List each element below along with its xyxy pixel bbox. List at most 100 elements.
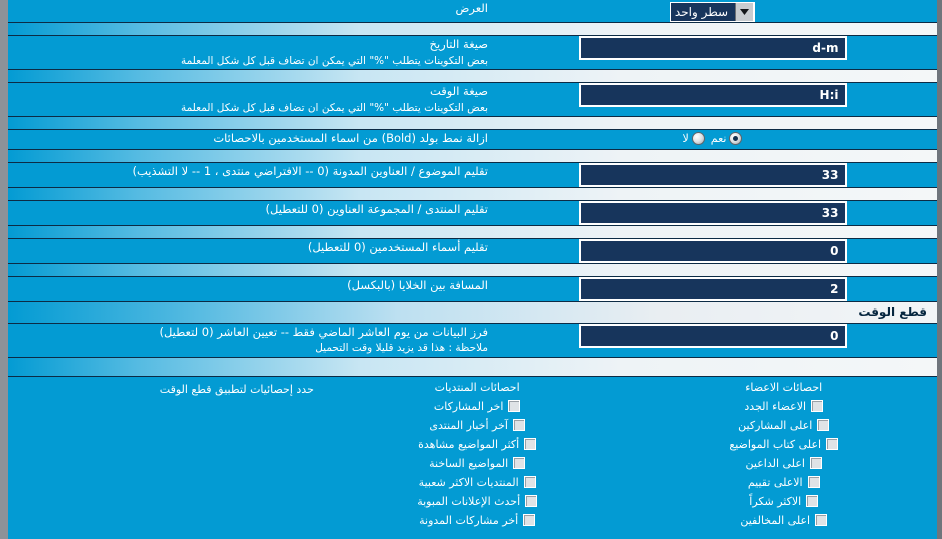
remove-bold-no-label: لا (682, 131, 689, 145)
list-item[interactable]: اعلى المخالفين (630, 511, 937, 530)
checkbox-label: اعلى المخالفين (740, 513, 811, 527)
checkbox-icon[interactable] (811, 400, 824, 413)
checkbox-label: الاعلى تقييم (747, 475, 803, 489)
forum-stats-list: اخر المشاركات آخر أخبار المنتدى أكثر الم… (324, 397, 631, 530)
list-item[interactable]: أكثر المواضيع مشاهدة (324, 435, 631, 454)
divider-bar (8, 224, 937, 239)
cutoff-days-label: فرز البيانات من يوم العاشر الماضي فقط --… (159, 324, 488, 339)
row-trim-username: تقليم أسماء المستخدمين (0 للتعطيل) (8, 238, 937, 263)
time-format-input[interactable] (578, 82, 847, 107)
checkbox-icon[interactable] (512, 419, 525, 432)
cell-spacing-input[interactable] (578, 276, 847, 301)
remove-bold-option-no[interactable]: لا (682, 131, 705, 145)
list-item[interactable]: اخر المشاركات (324, 397, 631, 416)
remove-bold-option-yes[interactable]: نعم (710, 131, 743, 145)
cell-spacing-label-cell: المسافة بين الخلايا (بالبكسل) (8, 276, 488, 301)
date-format-input[interactable] (578, 36, 847, 60)
checkbox-icon[interactable] (817, 419, 830, 432)
checkbox-icon[interactable] (826, 438, 839, 451)
list-item[interactable]: المواضيع الساخنة (324, 454, 631, 473)
separator-7 (8, 262, 937, 277)
checkbox-label: المواضيع الساخنة (429, 456, 509, 470)
checkbox-label: آخر أخبار المنتدى (429, 418, 508, 432)
row-remove-bold: نعم لا ازالة نمط بولد (Bold) من اسماء ال… (8, 129, 937, 149)
trim-forum-label: تقليم المنتدى / المجموعة العناوين (0 للت… (265, 201, 488, 216)
row-display: سطر واحد العرض (8, 0, 937, 22)
cell-spacing-control-cell (488, 276, 937, 301)
list-item[interactable]: اعلى المشاركين (630, 416, 937, 435)
list-item[interactable]: الاعلى تقييم (630, 473, 937, 492)
cutoff-days-input[interactable] (578, 323, 847, 348)
trim-title-input[interactable] (578, 162, 847, 187)
remove-bold-label: ازالة نمط بولد (Bold) من اسماء المستخدمي… (213, 130, 488, 145)
trim-username-label: تقليم أسماء المستخدمين (0 للتعطيل) (307, 239, 488, 254)
list-item[interactable]: أحدث الإعلانات المبوبة (324, 492, 631, 511)
checkbox-icon[interactable] (523, 514, 536, 527)
cell-spacing-label: المسافة بين الخلايا (بالبكسل) (347, 277, 488, 292)
row-trim-title: تقليم الموضوع / العناوين المدونة (0 -- ا… (8, 162, 937, 187)
divider-bar (8, 115, 937, 130)
remove-bold-label-cell: ازالة نمط بولد (Bold) من اسماء المستخدمي… (8, 129, 488, 149)
checkbox-section-label-cell: حدد إحصائيات لتطبيق قطع الوقت (8, 381, 324, 530)
divider-bar (8, 356, 937, 377)
checkbox-icon[interactable] (815, 514, 828, 527)
remove-bold-radio-group[interactable]: نعم لا (682, 131, 743, 145)
radio-yes-icon[interactable] (729, 131, 743, 145)
remove-bold-yes-label: نعم (710, 131, 727, 145)
checkbox-label: الاعضاء الجدد (744, 399, 807, 413)
list-item[interactable]: اعلى كتاب المواضيع (630, 435, 937, 454)
separator-5 (8, 186, 937, 201)
checkbox-icon[interactable] (524, 438, 537, 451)
checkbox-section-row: احصائات الاعضاء الاعضاء الجدد اعلى المشا… (8, 376, 937, 536)
checkbox-grid: احصائات الاعضاء الاعضاء الجدد اعلى المشا… (8, 381, 937, 530)
list-item[interactable]: الاكثر شكراً (630, 492, 937, 511)
list-item[interactable]: المنتديات الاكثر شعبية (324, 473, 631, 492)
checkbox-label: أكثر المواضيع مشاهدة (418, 437, 520, 451)
cutoff-days-label-cell: فرز البيانات من يوم العاشر الماضي فقط --… (8, 323, 488, 357)
list-item[interactable]: اعلى الداعين (630, 454, 937, 473)
checkbox-icon[interactable] (809, 457, 822, 470)
checkbox-label: اخر المشاركات (433, 399, 504, 413)
section-title: قطع الوقت (858, 304, 927, 319)
checkbox-label: أخر مشاركات المدونة (419, 513, 519, 527)
row-cell-spacing: المسافة بين الخلايا (بالبكسل) (8, 276, 937, 301)
settings-page: سطر واحد العرض صيغة التاريخ بعض التكوينا… (0, 0, 942, 539)
trim-title-control-cell (488, 162, 937, 187)
separator-3 (8, 115, 937, 130)
list-item[interactable]: أخر مشاركات المدونة (324, 511, 631, 530)
separator-1 (8, 22, 937, 36)
trim-username-label-cell: تقليم أسماء المستخدمين (0 للتعطيل) (8, 238, 488, 263)
checkbox-section-label: حدد إحصائيات لتطبيق قطع الوقت (159, 382, 314, 396)
row-cutoff-days: فرز البيانات من يوم العاشر الماضي فقط --… (8, 323, 937, 357)
radio-no-icon[interactable] (691, 131, 705, 145)
date-format-label-cell: صيغة التاريخ بعض التكوينات يتطلب "%" الت… (8, 36, 488, 69)
list-item[interactable]: آخر أخبار المنتدى (324, 416, 631, 435)
section-header-bar: قطع الوقت (8, 300, 937, 324)
time-format-control-cell (488, 82, 937, 116)
divider-bar (8, 68, 937, 83)
date-format-description: بعض التكوينات يتطلب "%" التي يمكن ان تضا… (180, 54, 488, 67)
time-format-label-cell: صيغة الوقت بعض التكوينات يتطلب "%" التي … (8, 82, 488, 116)
members-stats-list: الاعضاء الجدد اعلى المشاركين اعلى كتاب ا… (630, 397, 937, 530)
display-select[interactable]: سطر واحد (669, 2, 756, 22)
trim-forum-input[interactable] (578, 200, 847, 225)
date-format-control-cell (488, 36, 937, 69)
list-item[interactable]: الاعضاء الجدد (630, 397, 937, 416)
checkbox-icon[interactable] (523, 476, 536, 489)
trim-username-input[interactable] (578, 238, 847, 263)
separator-6 (8, 224, 937, 239)
remove-bold-control-cell: نعم لا (488, 129, 937, 149)
row-time-format: صيغة الوقت بعض التكوينات يتطلب "%" التي … (8, 82, 937, 116)
checkbox-icon[interactable] (807, 476, 820, 489)
checkbox-icon[interactable] (508, 400, 521, 413)
forum-stats-heading: احصائات المنتديات (434, 380, 520, 394)
display-select-wrap[interactable]: سطر واحد (669, 0, 756, 22)
separator-8 (8, 356, 937, 377)
chevron-down-icon[interactable] (735, 3, 755, 21)
display-select-value: سطر واحد (674, 5, 729, 19)
divider-bar (8, 148, 937, 163)
checkbox-icon[interactable] (513, 457, 526, 470)
checkbox-icon[interactable] (525, 495, 538, 508)
checkbox-icon[interactable] (806, 495, 819, 508)
forum-stats-column: احصائات المنتديات اخر المشاركات آخر أخبا… (324, 381, 631, 530)
